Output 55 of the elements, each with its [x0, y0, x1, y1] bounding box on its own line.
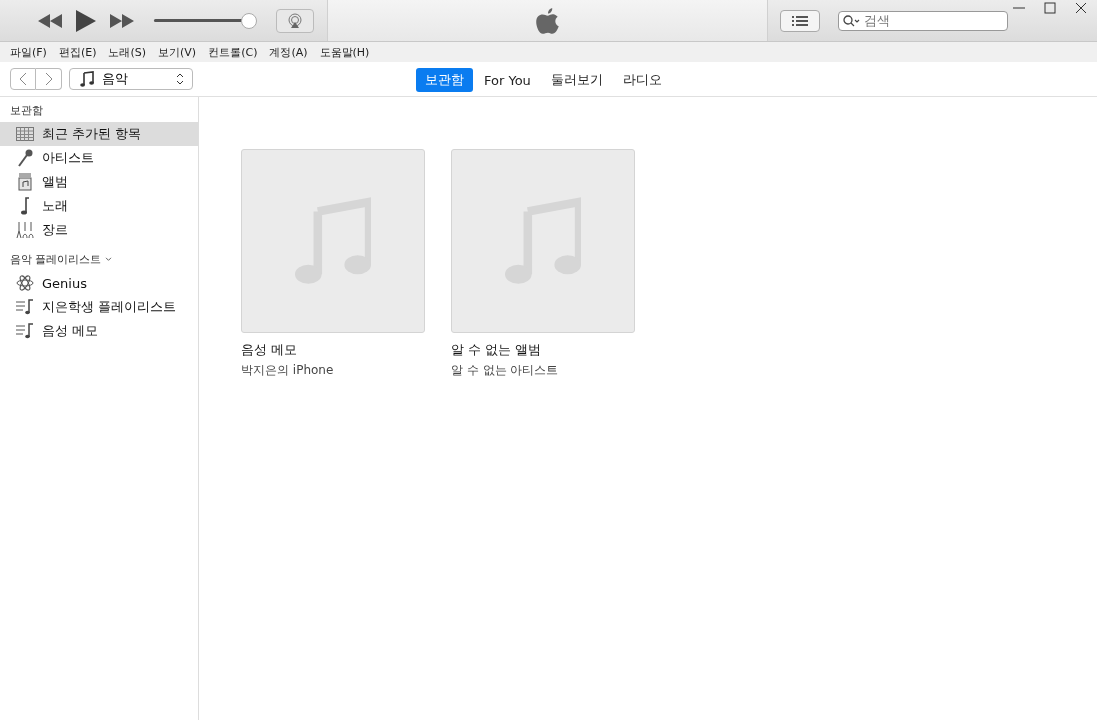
- sidebar-item[interactable]: Genius: [0, 271, 198, 295]
- sidebar-item[interactable]: 아티스트: [0, 146, 198, 170]
- album-subtitle: 박지은의 iPhone: [241, 362, 335, 379]
- grid-icon: [16, 127, 34, 141]
- section-heading[interactable]: 음악 플레이리스트: [10, 252, 102, 267]
- fast-forward-icon[interactable]: [110, 13, 134, 28]
- back-button[interactable]: [10, 68, 36, 90]
- playlist-icon: [16, 323, 34, 339]
- rewind-icon[interactable]: [38, 13, 62, 28]
- atom-icon: [16, 274, 34, 292]
- forward-button[interactable]: [36, 68, 62, 90]
- music-note-icon: [80, 71, 94, 87]
- chevron-down-icon[interactable]: [104, 257, 112, 262]
- list-icon: [792, 14, 808, 27]
- guitars-icon: [16, 221, 34, 239]
- music-note-icon: [20, 197, 30, 215]
- sidebar-item[interactable]: 장르: [0, 218, 198, 242]
- airplay-icon: [287, 12, 303, 29]
- play-icon[interactable]: [76, 9, 96, 32]
- menu-item[interactable]: 노래(S): [108, 44, 147, 60]
- menu-item[interactable]: 파일(F): [10, 44, 47, 60]
- chevron-left-icon: [19, 72, 27, 86]
- apple-logo-icon: [534, 5, 561, 36]
- menu-item[interactable]: 계정(A): [269, 44, 308, 60]
- menu-item[interactable]: 도움말(H): [319, 44, 370, 60]
- menu-item[interactable]: 컨트롤(C): [208, 44, 258, 60]
- tab[interactable]: 라디오: [613, 68, 671, 92]
- close-icon[interactable]: [1075, 2, 1087, 14]
- album-title: 음성 메모: [241, 341, 299, 359]
- chevron-right-icon: [44, 72, 53, 86]
- volume-slider[interactable]: [154, 11, 254, 30]
- menu-item[interactable]: 편집(E): [58, 44, 97, 60]
- search-field[interactable]: 검색: [838, 10, 1008, 31]
- album-title: 알 수 없는 앨범: [451, 341, 543, 359]
- playlist-icon: [16, 299, 34, 315]
- sidebar-item[interactable]: 최근 추가된 항목: [0, 122, 198, 146]
- menu-item[interactable]: 보기(V): [158, 44, 197, 60]
- sidebar-item[interactable]: 음성 메모: [0, 319, 198, 343]
- dropdown-value: 음악: [102, 70, 129, 88]
- tab[interactable]: 둘러보기: [541, 68, 612, 92]
- sidebar-item[interactable]: 노래: [0, 194, 198, 218]
- airplay-button[interactable]: [276, 8, 314, 33]
- search-icon: [843, 14, 861, 27]
- tab[interactable]: For You: [475, 68, 540, 92]
- microphone-icon: [17, 149, 33, 167]
- sidebar-item[interactable]: 앨범: [0, 170, 198, 194]
- tab[interactable]: 보관함: [416, 68, 473, 92]
- media-type-dropdown[interactable]: 음악: [69, 68, 193, 90]
- album-icon: [18, 173, 32, 191]
- section-heading: 보관함: [10, 103, 43, 118]
- list-view-button[interactable]: [780, 9, 820, 32]
- sidebar-item[interactable]: 지은학생 플레이리스트: [0, 295, 198, 319]
- album-subtitle: 알 수 없는 아티스트: [451, 362, 560, 379]
- up-down-chevron-icon: [176, 73, 184, 85]
- maximize-icon[interactable]: [1044, 2, 1056, 14]
